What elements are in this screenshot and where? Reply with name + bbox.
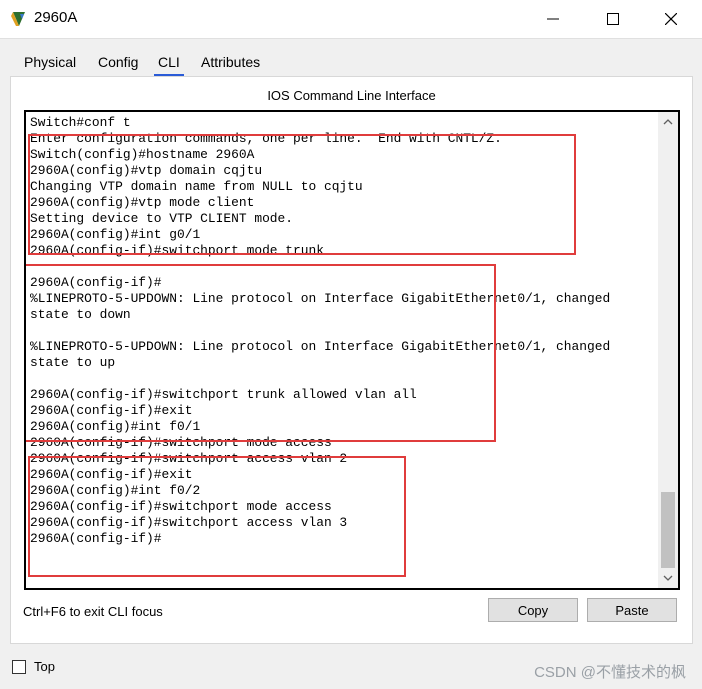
- cli-panel: IOS Command Line Interface Switch>enSwit…: [10, 76, 693, 644]
- tab-config[interactable]: Config: [94, 52, 142, 74]
- cli-terminal[interactable]: Switch>enSwitch#conf tEnter configuratio…: [24, 110, 680, 590]
- title-bar: 2960A: [0, 0, 702, 39]
- scroll-up-arrow-icon[interactable]: [658, 114, 678, 130]
- minimize-button[interactable]: [530, 0, 576, 38]
- highlight-box-trunk-config: [26, 264, 496, 442]
- minimize-icon: [547, 18, 559, 20]
- top-checkbox[interactable]: [12, 660, 26, 674]
- watermark: CSDN @不懂技术的枫: [534, 664, 686, 681]
- vertical-scrollbar[interactable]: [658, 112, 678, 588]
- close-button[interactable]: [648, 0, 694, 38]
- cli-focus-hint: Ctrl+F6 to exit CLI focus: [23, 604, 163, 619]
- paste-button[interactable]: Paste: [587, 598, 677, 622]
- copy-button[interactable]: Copy: [488, 598, 578, 622]
- highlight-box-access-config: [28, 456, 406, 577]
- scroll-down-arrow-icon[interactable]: [658, 570, 678, 586]
- tab-attributes[interactable]: Attributes: [197, 52, 264, 74]
- top-checkbox-label: Top: [34, 659, 55, 674]
- scrollbar-thumb[interactable]: [661, 492, 675, 568]
- tab-cli[interactable]: CLI: [154, 52, 184, 76]
- app-icon: [10, 10, 28, 28]
- close-icon: [665, 13, 677, 25]
- bottom-bar: Top CSDN @不懂技术的枫: [0, 652, 702, 689]
- maximize-button[interactable]: [590, 0, 636, 38]
- tab-physical[interactable]: Physical: [20, 52, 80, 74]
- highlight-box-vtp-config: [28, 134, 576, 255]
- terminal-line: Switch#conf t: [30, 115, 131, 130]
- window-title: 2960A: [34, 9, 78, 26]
- panel-title: IOS Command Line Interface: [267, 88, 436, 103]
- maximize-icon: [607, 13, 619, 25]
